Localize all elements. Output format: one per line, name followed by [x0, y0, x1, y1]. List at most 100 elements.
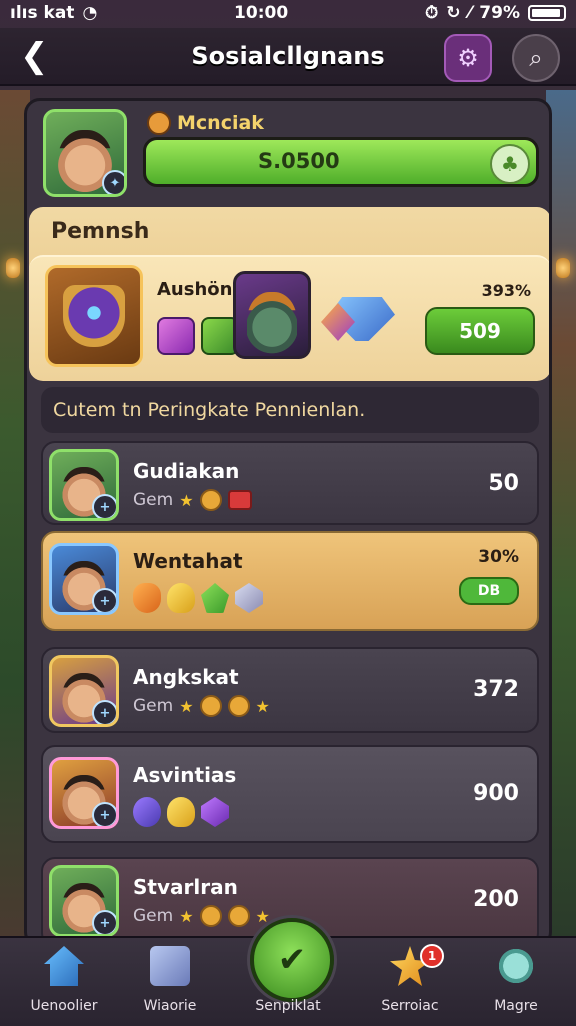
page-title: Sosialcllgnans: [191, 42, 385, 70]
nav-label: Uenoolier: [30, 998, 98, 1014]
plus-icon: +: [92, 494, 116, 518]
featured-claim-button[interactable]: 509: [425, 307, 535, 355]
player-avatar[interactable]: ✦: [43, 109, 127, 197]
row-tokens: [133, 797, 229, 827]
list-item[interactable]: + Angkskat Gem ★ ★ 372: [41, 647, 539, 733]
nav-item-star[interactable]: 1 Serroiac: [358, 938, 462, 1026]
clock: 10:00: [234, 3, 289, 23]
row-value: 30%: [478, 547, 519, 567]
player-name: Mcnciak: [147, 111, 264, 135]
xp-progress-bar[interactable]: S.0500 ♣: [143, 137, 539, 187]
avatar: +: [49, 865, 119, 937]
green-token-icon: [201, 583, 229, 613]
featured-name: Aushön: [157, 279, 233, 300]
star-icon: ★: [255, 696, 270, 716]
home-icon: [44, 946, 84, 986]
coin-icon: [227, 905, 250, 927]
coin-icon: [199, 905, 222, 927]
wifi-icon: ◔: [82, 3, 98, 23]
app-header: ❮ Sosialcllgnans ⚙ ⌕: [0, 28, 576, 86]
row-value: 200: [473, 887, 519, 912]
nav-item-magnifier[interactable]: Magre: [464, 938, 568, 1026]
level-badge-icon: ✦: [102, 170, 124, 194]
yellow-token-icon: [167, 583, 195, 613]
star-icon: ★: [179, 490, 194, 510]
plus-icon: +: [92, 802, 116, 826]
avatar: +: [49, 655, 119, 727]
row-sub-label: Gem: [133, 490, 174, 510]
avatar: +: [49, 449, 119, 521]
xp-value: S.0500: [258, 149, 340, 173]
row-name: Asvintias: [133, 763, 237, 787]
row-name: Wentahat: [133, 549, 243, 573]
check-icon[interactable]: ✔: [250, 918, 334, 1002]
hero-portrait: [233, 271, 311, 359]
featured-section: Pemnsh Aushön 393% 509: [29, 207, 549, 381]
row-sub: Gem ★ ★: [133, 905, 270, 927]
battery-icon: [528, 5, 566, 21]
nav-item-home[interactable]: Uenoolier: [12, 938, 116, 1026]
featured-card[interactable]: Aushön 393% 509: [29, 255, 549, 381]
coin-icon: [199, 695, 222, 717]
avatar: +: [49, 543, 119, 615]
plus-icon: +: [92, 588, 116, 612]
alarm-icon: ⏱: [424, 3, 439, 23]
coin-icon: [199, 489, 222, 511]
notification-badge: 1: [420, 944, 444, 968]
list-item[interactable]: + Wentahat 30% DB: [41, 531, 539, 631]
star-icon: ★: [179, 906, 194, 926]
list-item[interactable]: + Asvintias 900: [41, 745, 539, 843]
avatar: +: [49, 757, 119, 829]
row-sub-label: Gem: [133, 906, 174, 926]
ruby-icon: [227, 490, 252, 510]
row-value: 372: [473, 677, 519, 702]
lamp-icon: [6, 258, 20, 278]
nav-item-box[interactable]: Wiaorie: [118, 938, 222, 1026]
orange-token-icon: [133, 583, 161, 613]
nav-label: Wiaorie: [143, 998, 197, 1014]
blue-token-icon: [133, 797, 161, 827]
battery-percent: 79%: [479, 3, 520, 23]
silver-token-icon: [235, 583, 263, 613]
bottom-nav: Uenoolier Wiaorie ✔ Senpiklat 1 Serroiac…: [0, 918, 576, 1026]
back-button[interactable]: ❮: [20, 36, 49, 76]
star-icon: ★: [255, 906, 270, 926]
star-icon: ★: [179, 696, 194, 716]
row-value: 900: [473, 781, 519, 806]
xp-fill: [146, 140, 536, 184]
yellow-token-icon: [167, 797, 195, 827]
player-name-label: Mcnciak: [177, 112, 264, 134]
status-bar: ılıs kat ◔ 10:00 ⏱ ↻ ⁄ 79%: [0, 0, 576, 26]
row-tokens: [133, 583, 263, 613]
row-sub: Gem ★: [133, 489, 252, 511]
settings-button[interactable]: ⚙: [444, 34, 492, 82]
list-item[interactable]: + Gudiakan Gem ★ 50: [41, 441, 539, 525]
row-name: Stvarlran: [133, 875, 238, 899]
featured-percent: 393%: [481, 281, 531, 300]
gear-icon: ⚙: [457, 44, 479, 72]
carrier-label: ılıs kat: [10, 3, 75, 23]
magnifier-icon: [496, 946, 536, 986]
row-name: Gudiakan: [133, 459, 240, 483]
nav-label: Serroiac: [381, 998, 439, 1014]
search-button[interactable]: ⌕: [512, 34, 560, 82]
row-name: Angkskat: [133, 665, 239, 689]
purple-gem-icon: [157, 317, 195, 355]
coin-icon: [147, 111, 171, 135]
mask-icon: [45, 265, 143, 367]
section-title: Cutem tn Peringkate Pennienlan.: [41, 387, 539, 433]
row-sub-label: Gem: [133, 696, 174, 716]
nav-label: Senpiklat: [255, 998, 321, 1014]
nav-label: Magre: [494, 998, 538, 1014]
row-sub: Gem ★ ★: [133, 695, 270, 717]
coin-icon: [227, 695, 250, 717]
leaderboard-panel: ✦ Mcnciak S.0500 ♣ Pemnsh Aushön 393% 50…: [24, 98, 552, 948]
sync-icon: ↻: [446, 3, 461, 23]
leaf-icon[interactable]: ♣: [490, 144, 530, 184]
signal-icon: ⁄: [468, 3, 472, 23]
nav-item-center[interactable]: ✔ Senpiklat: [236, 918, 340, 1026]
plus-icon: +: [92, 700, 116, 724]
featured-label: Pemnsh: [51, 219, 150, 244]
search-icon: ⌕: [529, 44, 543, 72]
purple-token-icon: [201, 797, 229, 827]
